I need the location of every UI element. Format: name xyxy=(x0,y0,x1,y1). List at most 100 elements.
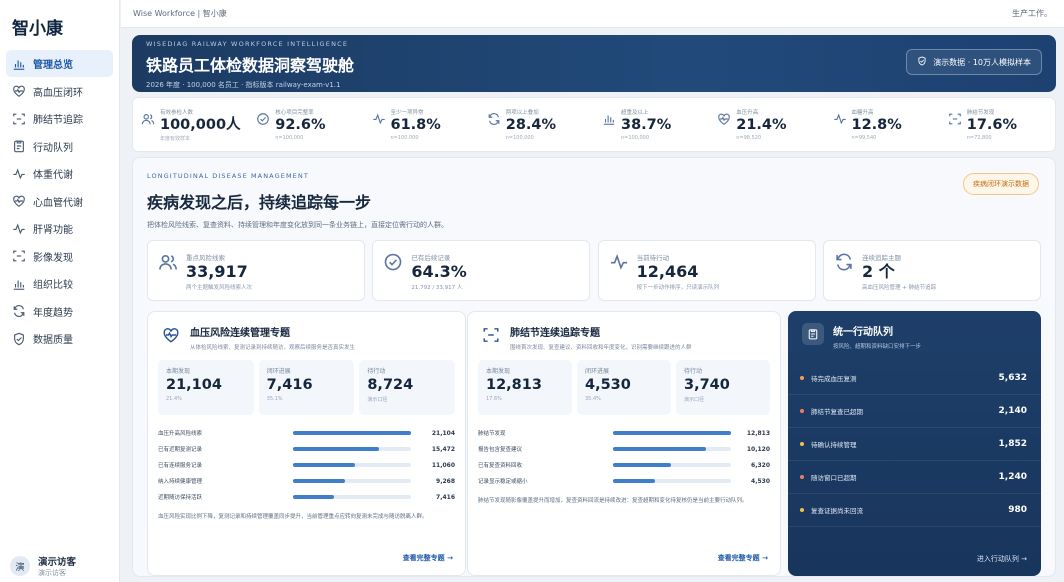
sidebar-item-8[interactable]: 组织比较 xyxy=(6,270,113,297)
stat-card: 已有后续记录 64.3% 21,792 / 33,917 人 xyxy=(372,240,591,301)
funnel-track xyxy=(293,463,411,467)
queue-title: 统一行动队列 xyxy=(833,327,893,338)
tile-sub: 35.4% xyxy=(585,396,601,402)
user-profile[interactable]: 演 演示访客 演示访客 xyxy=(10,554,76,578)
kpi-card: 核心项目完整率 92.6% n=100,000 xyxy=(248,98,363,151)
funnel-track xyxy=(613,431,731,435)
sidebar-item-3[interactable]: 行动队列 xyxy=(6,133,113,160)
action-queue-card: 统一行动队列 按风险、超期和资料缺口安排下一步 待完成血压复测 5,632 肺结节复… xyxy=(788,311,1041,576)
tile-sub: 演示口径 xyxy=(367,397,388,403)
sidebar-item-label: 组织比较 xyxy=(33,280,73,291)
sidebar-item-2[interactable]: 肺结节追踪 xyxy=(6,105,113,132)
funnel-row: 已有近期复测记录 15,472 xyxy=(158,441,455,457)
kpi-card: 血糖升高 12.8% n=99,540 xyxy=(825,98,940,151)
stat-card: 当前待行动 12,464 按下一步动作排序，只读演示队列 xyxy=(597,240,816,301)
tile-value: 4,530 xyxy=(585,377,631,393)
funnel-row: 纳入持续健康管理 9,268 xyxy=(158,473,455,489)
queue-item[interactable]: 随访窗口已超期 1,240 xyxy=(788,461,1041,494)
sidebar-item-7[interactable]: 影像发现 xyxy=(6,243,113,270)
kpi-value: 17.6% xyxy=(966,117,1018,133)
status-dot xyxy=(800,442,804,446)
queue-subtitle: 按风险、超期和资料缺口安排下一步 xyxy=(833,344,922,350)
queue-item[interactable]: 待确认持续管理 1,852 xyxy=(788,428,1041,461)
queue-item-label: 待确认持续管理 xyxy=(811,441,857,449)
hero-meta: 2026 年度 · 100,000 名员工 · 指标版本 railway-exa… xyxy=(146,81,341,89)
kpi-value: 92.6% xyxy=(275,117,326,133)
kpi-card: 至少一项异常 61.8% n=100,000 xyxy=(364,98,479,151)
kpi-card: 有效参检人数 100,000人 年度有效样本 xyxy=(133,98,248,151)
sidebar-item-label: 年度趋势 xyxy=(33,307,73,319)
disease-management-section: LONGITUDINAL DISEASE MANAGEMENT 疾病发现之后，持… xyxy=(132,157,1056,577)
queue-item[interactable]: 肺结节复查已超期 2,140 xyxy=(788,395,1041,428)
kpi-label: 血压升高 xyxy=(736,110,759,116)
stat-card: 重点风险线索 33,917 两个主题触发风险线索人次 xyxy=(147,240,365,301)
kpi-value: 61.8% xyxy=(390,117,441,133)
kpi-sub: 年度有效样本 xyxy=(160,136,191,142)
topbar-status[interactable]: 生产工作。 xyxy=(1012,8,1052,19)
stat-value: 12,464 xyxy=(636,262,699,281)
sidebar: 智小康 管理总览 高血压闭环 肺结节追踪行动队列体重代谢 心血管代谢 肝肾功能 影像发现组… xyxy=(0,0,120,582)
tile-label: 待行动 xyxy=(367,368,386,375)
tile-label: 待行动 xyxy=(684,368,703,375)
sidebar-item-1[interactable]: 高血压闭环 xyxy=(6,78,113,105)
funnel-track xyxy=(293,479,411,483)
heart-pulse-icon xyxy=(12,84,26,98)
bar-chart-icon xyxy=(12,277,26,291)
status-dot xyxy=(800,475,804,479)
status-dot xyxy=(800,409,804,413)
demo-data-badge: 疾病闭环演示数据 xyxy=(963,173,1039,195)
sidebar-item-5[interactable]: 心血管代谢 xyxy=(6,188,113,215)
stat-label: 当前待行动 xyxy=(636,254,670,262)
tile-label: 本期发现 xyxy=(166,368,191,375)
kpi-card: 血压升高 21.4% n=98,520 xyxy=(709,98,824,151)
funnel-fill xyxy=(613,431,731,435)
funnel-track xyxy=(613,463,731,467)
funnel-label: 报告包含复查建议 xyxy=(478,447,523,453)
stat-value: 2 个 xyxy=(861,262,895,281)
enter-queue-link[interactable]: 进入行动队列 → xyxy=(977,554,1027,564)
sidebar-item-0[interactable]: 管理总览 xyxy=(6,50,113,77)
tile-sub: 17.6% xyxy=(486,396,502,402)
queue-item[interactable]: 待完成血压复测 5,632 xyxy=(788,362,1041,395)
stat-sub: 两个主题触发风险线索人次 xyxy=(186,285,253,291)
tile-value: 21,104 xyxy=(166,377,222,393)
funnel-fill xyxy=(293,479,345,483)
funnel-label: 纳入持续健康管理 xyxy=(158,479,203,485)
check-circle-icon xyxy=(256,112,270,126)
sidebar-item-label: 行动队列 xyxy=(33,142,73,154)
sidebar-item-10[interactable]: 数据质量 xyxy=(6,325,113,352)
card-note: 肺结节发现随影像覆盖提升而增加，复查资料回流是持续改进：复查超期和变化待复核仍是… xyxy=(478,498,748,504)
funnel-value: 9,268 xyxy=(436,477,455,485)
funnel-track xyxy=(613,479,731,483)
kpi-value: 38.7% xyxy=(621,117,672,133)
sidebar-item-label: 数据质量 xyxy=(33,335,73,346)
queue-item[interactable]: 复查证据尚未回流 980 xyxy=(788,494,1041,527)
demo-data-button[interactable]: 演示数据 · 10万人模拟样本 xyxy=(906,49,1042,75)
view-topic-link[interactable]: 查看完整专题 → xyxy=(718,553,768,563)
users-icon xyxy=(141,112,155,126)
kpi-sub: n=100,000 xyxy=(390,135,419,141)
kpi-sub: n=100,000 xyxy=(275,135,304,141)
topbar: Wise Workforce | 智小康 生产工作。 xyxy=(121,0,1064,28)
kpi-strip: 有效参检人数 100,000人 年度有效样本 核心项目完整率 92.6% n=100,00… xyxy=(132,97,1056,152)
sidebar-item-4[interactable]: 体重代谢 xyxy=(6,160,113,187)
shield-check-icon xyxy=(917,56,927,68)
funnel-value: 7,416 xyxy=(436,493,455,501)
view-topic-link[interactable]: 查看完整专题 → xyxy=(403,553,453,563)
tile-label: 闭环进展 xyxy=(266,368,291,375)
kpi-sub: n=99,540 xyxy=(851,135,877,141)
kpi-card: 两项以上叠加 28.4% n=100,000 xyxy=(479,98,594,151)
section-eyebrow: LONGITUDINAL DISEASE MANAGEMENT xyxy=(147,172,309,180)
funnel-fill xyxy=(613,463,672,467)
kpi-label: 两项以上叠加 xyxy=(505,110,539,116)
brand-logo: 智小康 xyxy=(12,19,63,39)
stat-label: 重点风险线索 xyxy=(186,254,225,262)
scan-icon xyxy=(12,112,26,126)
sidebar-item-6[interactable]: 肝肾功能 xyxy=(6,215,113,242)
clipboard-icon xyxy=(12,139,26,153)
sidebar-item-9[interactable]: 年度趋势 xyxy=(6,298,113,325)
activity-icon xyxy=(372,112,386,126)
bar-chart-icon xyxy=(12,57,26,71)
section-stats: 重点风险线索 33,917 两个主题触发风险线索人次 已有后续记录 64.3% 21,79… xyxy=(147,240,1041,301)
activity-icon xyxy=(833,112,847,126)
